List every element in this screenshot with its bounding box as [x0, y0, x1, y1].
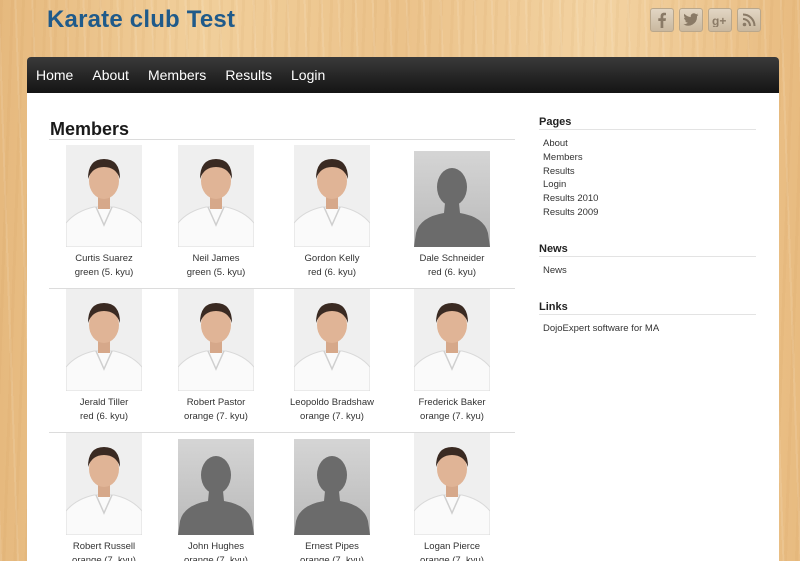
member-card[interactable]: Robert Russell orange (7. kyu) [49, 433, 159, 561]
links-list: DojoExpert software for MA [543, 322, 659, 336]
member-rank: red (6. kyu) [79, 411, 129, 422]
member-grid: Curtis Suarez green (5. kyu) Neil James gre… [49, 145, 515, 561]
member-card[interactable]: Neil James green (5. kyu) [161, 145, 271, 280]
member-rank: red (6. kyu) [307, 267, 357, 278]
member-rank: green (5. kyu) [74, 267, 134, 278]
member-name: Robert Russell [72, 541, 136, 552]
member-card[interactable]: Gordon Kelly red (6. kyu) [277, 145, 387, 280]
nav-home[interactable]: Home [36, 67, 73, 83]
member-photo[interactable] [414, 289, 490, 391]
member-rank: orange (7. kyu) [184, 555, 248, 561]
google-plus-icon[interactable]: g+ [708, 8, 732, 32]
member-photo[interactable] [414, 433, 490, 535]
member-rank: orange (7. kyu) [72, 555, 136, 561]
member-rank: orange (7. kyu) [420, 411, 484, 422]
member-name: Dale Schneider [419, 253, 485, 264]
member-name: Robert Pastor [186, 397, 246, 408]
member-photo[interactable] [66, 433, 142, 535]
member-card[interactable]: Leopoldo Bradshaw orange (7. kyu) [277, 289, 387, 424]
member-card[interactable]: Jerald Tiller red (6. kyu) [49, 289, 159, 424]
member-rank: orange (7. kyu) [300, 411, 364, 422]
member-name: Curtis Suarez [75, 253, 133, 264]
avatar-placeholder-icon[interactable] [178, 439, 254, 535]
svg-text:g+: g+ [712, 14, 726, 27]
member-row: Jerald Tiller red (6. kyu) Robert Pastor or… [49, 289, 515, 433]
member-photo[interactable] [178, 145, 254, 247]
rss-icon[interactable] [737, 8, 761, 32]
member-rank: red (6. kyu) [427, 267, 477, 278]
sidebar-link-about[interactable]: About [543, 137, 598, 151]
nav-results[interactable]: Results [225, 67, 272, 83]
member-name: John Hughes [188, 541, 244, 552]
member-rank: orange (7. kyu) [300, 555, 364, 561]
pages-list: About Members Results Login Results 2010… [543, 137, 598, 220]
member-photo[interactable] [66, 289, 142, 391]
pages-divider [539, 129, 756, 130]
member-rank: orange (7. kyu) [420, 555, 484, 561]
member-name: Jerald Tiller [79, 397, 129, 408]
heading-divider [49, 139, 515, 140]
nav-login[interactable]: Login [291, 67, 325, 83]
member-card[interactable]: Robert Pastor orange (7. kyu) [161, 289, 271, 424]
member-name: Neil James [192, 253, 240, 264]
member-name: Ernest Pipes [305, 541, 359, 552]
member-card[interactable]: Frederick Baker orange (7. kyu) [397, 289, 507, 424]
sidebar-link-login[interactable]: Login [543, 178, 598, 192]
sidebar-link-news[interactable]: News [543, 264, 567, 278]
sidebar-link-results-2010[interactable]: Results 2010 [543, 192, 598, 206]
member-name: Logan Pierce [424, 541, 480, 552]
member-row: Robert Russell orange (7. kyu) John Hughes… [49, 433, 515, 561]
nav-about[interactable]: About [92, 67, 129, 83]
member-photo[interactable] [66, 145, 142, 247]
member-card[interactable]: Logan Pierce orange (7. kyu) [397, 433, 507, 561]
social-links: g+ [650, 8, 761, 32]
member-card[interactable]: John Hughes orange (7. kyu) [161, 433, 271, 561]
links-divider [539, 314, 756, 315]
main-panel: Members Curtis Suarez green (5. kyu) Neil … [27, 93, 779, 561]
facebook-icon[interactable] [650, 8, 674, 32]
sidebar-link-results[interactable]: Results [543, 165, 598, 179]
site-title[interactable]: Karate club Test [47, 6, 235, 34]
twitter-icon[interactable] [679, 8, 703, 32]
member-name: Gordon Kelly [304, 253, 360, 264]
member-name: Frederick Baker [418, 397, 486, 408]
member-name: Leopoldo Bradshaw [290, 397, 374, 408]
member-row: Curtis Suarez green (5. kyu) Neil James gre… [49, 145, 515, 289]
main-navigation: Home About Members Results Login [27, 57, 779, 93]
member-photo[interactable] [294, 145, 370, 247]
avatar-placeholder-icon[interactable] [294, 439, 370, 535]
news-widget-title: News [539, 243, 568, 255]
news-list: News [543, 264, 567, 278]
member-rank: green (5. kyu) [186, 267, 246, 278]
member-card[interactable]: Ernest Pipes orange (7. kyu) [277, 433, 387, 561]
news-divider [539, 256, 756, 257]
sidebar-link-members[interactable]: Members [543, 151, 598, 165]
sidebar-link-results-2009[interactable]: Results 2009 [543, 206, 598, 220]
member-photo[interactable] [294, 289, 370, 391]
links-widget-title: Links [539, 301, 568, 313]
avatar-placeholder-icon[interactable] [414, 151, 490, 247]
member-card[interactable]: Curtis Suarez green (5. kyu) [49, 145, 159, 280]
member-card[interactable]: Dale Schneider red (6. kyu) [397, 145, 507, 280]
nav-members[interactable]: Members [148, 67, 206, 83]
page-title: Members [50, 119, 130, 139]
sidebar-link-dojoexpert[interactable]: DojoExpert software for MA [543, 322, 659, 336]
member-photo[interactable] [178, 289, 254, 391]
pages-widget-title: Pages [539, 116, 572, 128]
member-rank: orange (7. kyu) [184, 411, 248, 422]
